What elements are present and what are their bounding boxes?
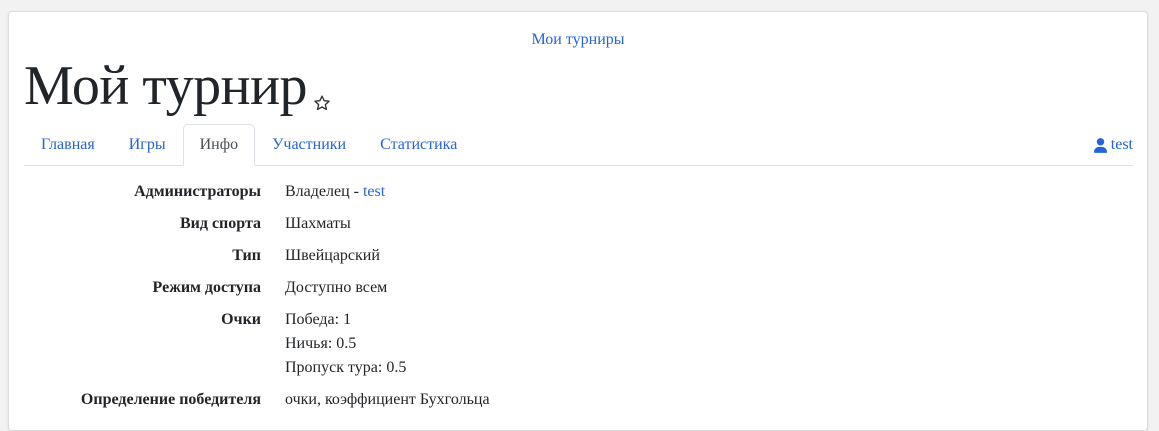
tab-bar: Главная Игры Инфо Участники Статистика t…: [24, 124, 1133, 166]
info-value: Шахматы: [285, 215, 351, 232]
info-label: Очки: [221, 311, 261, 328]
info-value: Доступно всем: [285, 279, 388, 296]
info-row-sport: Вид спорта Шахматы: [9, 212, 1149, 236]
owner-prefix: Владелец -: [285, 183, 363, 200]
page-title: Мой турнир: [24, 55, 308, 117]
tab-participants[interactable]: Участники: [255, 124, 363, 166]
owner-link[interactable]: test: [363, 183, 385, 200]
points-draw: Ничья: 0.5: [285, 335, 357, 352]
tab-games[interactable]: Игры: [112, 124, 183, 166]
tab-statistics[interactable]: Статистика: [363, 124, 474, 166]
tab-main[interactable]: Главная: [24, 124, 112, 166]
info-row-admins: Администраторы Владелец - test: [9, 180, 1149, 204]
info-label: Режим доступа: [152, 279, 261, 296]
star-icon[interactable]: [313, 94, 331, 112]
tournament-info: Администраторы Владелец - test Вид спорт…: [9, 180, 1149, 420]
info-row-winner: Определение победителя очки, коэффициент…: [9, 388, 1149, 412]
info-value: Швейцарский: [285, 247, 380, 264]
info-label: Определение победителя: [80, 391, 261, 408]
main-card: Мои турниры Мой турнир Главная Игры Инфо…: [8, 11, 1148, 431]
info-value: Владелец - test: [285, 180, 1149, 204]
info-value: Победа: 1 Ничья: 0.5 Пропуск тура: 0.5: [285, 308, 1149, 380]
info-row-points: Очки Победа: 1 Ничья: 0.5 Пропуск тура: …: [9, 308, 1149, 380]
user-menu-link[interactable]: test: [1093, 125, 1133, 165]
my-tournaments-row: Мои турниры: [9, 30, 1147, 50]
info-label: Тип: [232, 247, 261, 264]
points-bye: Пропуск тура: 0.5: [285, 359, 407, 376]
info-row-type: Тип Швейцарский: [9, 244, 1149, 268]
my-tournaments-link[interactable]: Мои турниры: [531, 31, 624, 48]
info-row-access: Режим доступа Доступно всем: [9, 276, 1149, 300]
info-label: Вид спорта: [179, 215, 261, 232]
title-row: Мой турнир: [24, 54, 331, 118]
user-name: test: [1110, 136, 1133, 153]
info-value: очки, коэффициент Бухгольца: [285, 391, 490, 408]
tab-info[interactable]: Инфо: [182, 124, 256, 166]
points-win: Победа: 1: [285, 311, 352, 328]
user-icon: [1093, 137, 1107, 153]
info-label: Администраторы: [134, 183, 261, 200]
